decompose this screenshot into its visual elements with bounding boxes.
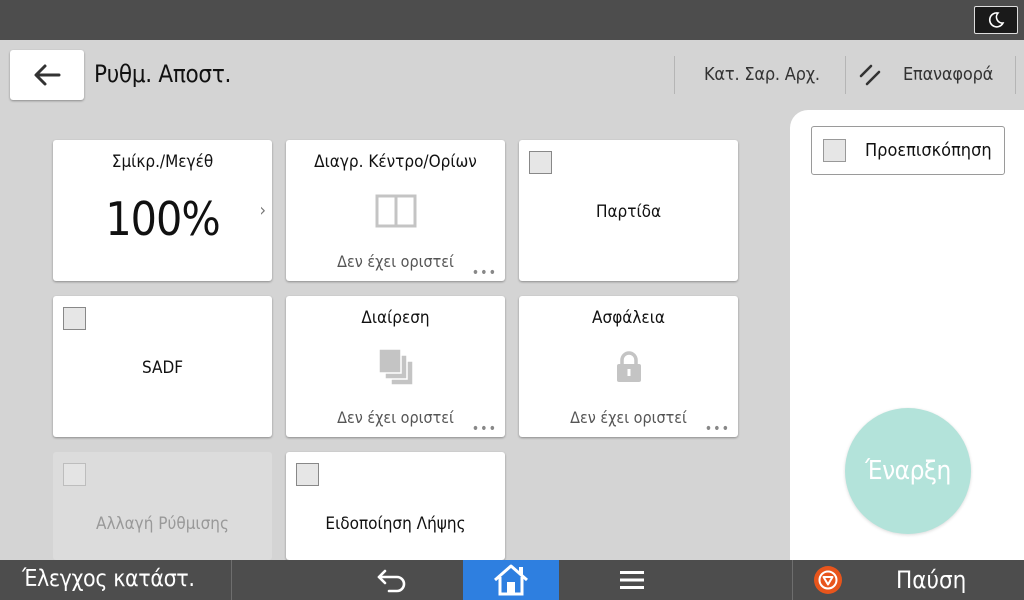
- tile-label: Διαίρεση: [361, 308, 430, 328]
- sleep-button[interactable]: [974, 6, 1018, 34]
- two-pages-icon: [286, 194, 505, 228]
- bottom-bar: Έλεγχος κατάστ. Παύση: [0, 560, 1024, 600]
- moon-icon: [988, 12, 1005, 28]
- bottom-divider: [792, 560, 793, 600]
- more-icon: •••: [471, 421, 497, 437]
- sadf-tile[interactable]: SADF: [53, 296, 272, 437]
- more-icon: •••: [471, 265, 497, 281]
- stop-icon[interactable]: [812, 560, 844, 600]
- change-setting-tile: Αλλαγή Ρύθμισης: [53, 452, 272, 560]
- right-panel: Προεπισκόπηση Έναρξη: [790, 110, 1024, 560]
- start-label: Έναρξη: [865, 456, 951, 486]
- divide-tile[interactable]: Διαίρεση Δεν έχει οριστεί •••: [286, 296, 505, 437]
- ratio-value: 100%: [105, 192, 220, 246]
- reception-notice-tile[interactable]: Ειδοποίηση Λήψης: [286, 452, 505, 560]
- reset-button[interactable]: Επαναφορά: [903, 64, 993, 85]
- tile-label: Παρτίδα: [595, 202, 662, 222]
- back-button[interactable]: [10, 50, 84, 100]
- lock-icon: [519, 350, 738, 384]
- page-title: Ρυθμ. Αποστ.: [94, 60, 232, 88]
- double-slash-icon[interactable]: [858, 64, 882, 90]
- tile-label: Ασφάλεια: [592, 308, 665, 328]
- pause-button[interactable]: Παύση: [896, 566, 966, 594]
- home-button[interactable]: [463, 560, 559, 600]
- security-tile[interactable]: Ασφάλεια Δεν έχει οριστεί •••: [519, 296, 738, 437]
- preview-checkbox[interactable]: [823, 139, 846, 162]
- more-icon: •••: [704, 421, 730, 437]
- batch-tile[interactable]: Παρτίδα: [519, 140, 738, 281]
- tile-label: SADF: [141, 358, 184, 378]
- tile-label: Ειδοποίηση Λήψης: [325, 514, 466, 534]
- header-divider: [674, 56, 675, 94]
- preview-label: Προεπισκόπηση: [865, 140, 992, 161]
- tile-label: Σμίκρ./Μεγέθ: [111, 152, 214, 172]
- header-divider: [845, 56, 846, 94]
- header-divider: [1015, 56, 1016, 94]
- arrow-left-icon: [34, 64, 61, 86]
- batch-checkbox[interactable]: [529, 151, 552, 174]
- top-bar: [0, 0, 1024, 40]
- sadf-checkbox[interactable]: [63, 307, 86, 330]
- start-button[interactable]: Έναρξη: [845, 408, 971, 534]
- return-arrow-icon[interactable]: [370, 560, 414, 600]
- reduce-enlarge-tile[interactable]: Σμίκρ./Μεγέθ 100% ›: [53, 140, 272, 281]
- tile-label: Αλλαγή Ρύθμισης: [96, 514, 229, 534]
- preview-button[interactable]: Προεπισκόπηση: [811, 126, 1005, 175]
- menu-icon[interactable]: [612, 560, 652, 600]
- tile-label: Διαγρ. Κέντρο/Ορίων: [314, 152, 477, 172]
- erase-border-tile[interactable]: Διαγρ. Κέντρο/Ορίων Δεν έχει οριστεί •••: [286, 140, 505, 281]
- bottom-divider: [231, 560, 232, 600]
- home-icon: [494, 564, 528, 596]
- status-check-button[interactable]: Έλεγχος κατάστ.: [22, 566, 195, 592]
- change-setting-checkbox: [63, 463, 86, 486]
- original-type-button[interactable]: Κατ. Σαρ. Αρχ.: [704, 64, 820, 85]
- chevron-right-icon: ›: [259, 200, 266, 221]
- stacked-pages-icon: [286, 346, 505, 388]
- reception-notice-checkbox[interactable]: [296, 463, 319, 486]
